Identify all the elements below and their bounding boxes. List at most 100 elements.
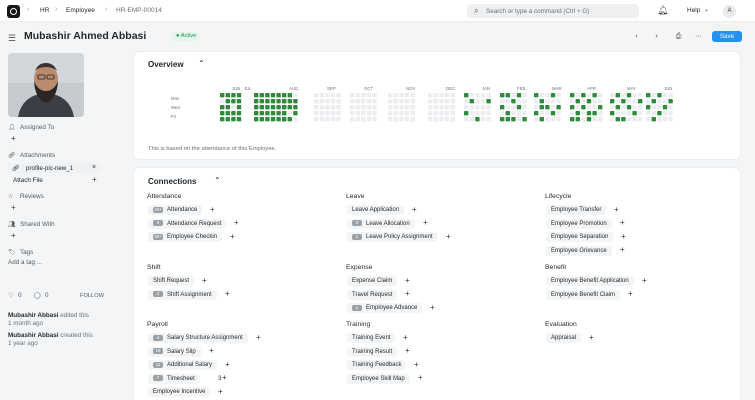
heatmap-cell[interactable]	[276, 111, 281, 116]
heatmap-cell[interactable]	[662, 111, 668, 116]
heatmap-cell[interactable]	[259, 117, 264, 122]
heatmap-cell[interactable]	[319, 111, 324, 116]
heatmap-cell[interactable]	[270, 117, 276, 122]
heatmap-cell[interactable]	[505, 117, 510, 122]
heatmap-cell[interactable]	[626, 93, 632, 98]
heatmap-cell[interactable]	[314, 105, 319, 110]
heatmap-cell[interactable]	[439, 117, 444, 122]
heatmap-cell[interactable]	[646, 105, 651, 110]
heatmap-cell[interactable]	[439, 93, 444, 98]
heatmap-cell[interactable]	[287, 111, 292, 116]
heatmap-cell[interactable]	[231, 105, 236, 110]
heatmap-cell[interactable]	[287, 93, 292, 98]
heatmap-cell[interactable]	[516, 93, 522, 98]
connection-link[interactable]: Travel Request	[347, 289, 398, 300]
heatmap-cell[interactable]	[276, 117, 281, 122]
heatmap-cell[interactable]	[287, 99, 292, 104]
heatmap-cell[interactable]	[511, 117, 516, 122]
heatmap-cell[interactable]	[220, 99, 225, 104]
heatmap-cell[interactable]	[581, 105, 586, 110]
heatmap-cell[interactable]	[439, 99, 444, 104]
heatmap-cell[interactable]	[433, 99, 438, 104]
heatmap-cell[interactable]	[428, 111, 433, 116]
heatmap-cell[interactable]	[231, 111, 236, 116]
connection-link[interactable]: Training Event	[347, 333, 396, 343]
heatmap-cell[interactable]	[610, 99, 615, 104]
heart-icon[interactable]: ♡	[8, 292, 13, 299]
heatmap-cell[interactable]	[534, 117, 539, 122]
connection-link[interactable]: Expense Claim	[347, 276, 398, 286]
search-bar[interactable]: ⌕ Search or type a command (Ctrl + G)	[467, 4, 639, 18]
help-menu[interactable]: Help	[687, 7, 700, 14]
heatmap-cell[interactable]	[399, 93, 404, 98]
heatmap-cell[interactable]	[439, 111, 444, 116]
heatmap-cell[interactable]	[236, 117, 242, 122]
add-new-icon[interactable]: +	[621, 232, 626, 241]
heatmap-cell[interactable]	[638, 117, 643, 122]
heatmap-cell[interactable]	[592, 111, 597, 116]
heatmap-cell[interactable]	[581, 117, 586, 122]
heatmap-cell[interactable]	[265, 93, 270, 98]
heatmap-cell[interactable]	[366, 93, 372, 98]
sidebar-toggle-icon[interactable]: ☰	[8, 33, 16, 44]
add-new-icon[interactable]: +	[412, 205, 417, 214]
heatmap-cell[interactable]	[615, 117, 620, 122]
heatmap-cell[interactable]	[592, 99, 597, 104]
heatmap-cell[interactable]	[651, 105, 656, 110]
heatmap-cell[interactable]	[556, 99, 561, 104]
heatmap-cell[interactable]	[325, 111, 330, 116]
print-icon[interactable]: ⎙	[672, 31, 685, 42]
add-new-icon[interactable]: +	[225, 289, 230, 298]
heatmap-cell[interactable]	[444, 105, 450, 110]
connection-link[interactable]: Employee Skill Map	[347, 373, 410, 384]
heatmap-cell[interactable]	[464, 117, 469, 122]
heatmap-cell[interactable]	[372, 111, 377, 116]
heatmap-cell[interactable]	[361, 93, 366, 98]
heatmap-cell[interactable]	[516, 105, 522, 110]
heatmap-cell[interactable]	[236, 99, 242, 104]
heatmap-cell[interactable]	[610, 105, 615, 110]
previous-record-button[interactable]: ‹	[630, 31, 643, 42]
connection-link[interactable]: Employee Promotion	[546, 218, 612, 229]
heatmap-cell[interactable]	[225, 99, 230, 104]
heatmap-cell[interactable]	[319, 99, 324, 104]
add-new-icon[interactable]: +	[230, 232, 235, 241]
add-new-icon[interactable]: +	[620, 245, 625, 254]
add-new-icon[interactable]: +	[446, 232, 451, 241]
heatmap-cell[interactable]	[265, 105, 270, 110]
heatmap-cell[interactable]	[621, 117, 626, 122]
connection-link[interactable]: 11 Additional Salary	[148, 360, 218, 371]
add-new-icon[interactable]: +	[620, 218, 625, 227]
heatmap-cell[interactable]	[231, 99, 236, 104]
heatmap-cell[interactable]	[545, 93, 550, 98]
heatmap-cell[interactable]	[388, 93, 393, 98]
heatmap-cell[interactable]	[626, 111, 632, 116]
heatmap-cell[interactable]	[539, 111, 544, 116]
connection-link[interactable]: 3 Leave Allocation	[347, 218, 415, 229]
heatmap-cell[interactable]	[336, 117, 341, 122]
heatmap-cell[interactable]	[550, 111, 556, 116]
heatmap-cell[interactable]	[657, 99, 662, 104]
heatmap-cell[interactable]	[570, 99, 575, 104]
heatmap-cell[interactable]	[480, 111, 486, 116]
heatmap-cell[interactable]	[534, 99, 539, 104]
heatmap-cell[interactable]	[516, 117, 522, 122]
connection-link[interactable]: 20+ Employee Checkin	[148, 232, 223, 243]
heatmap-cell[interactable]	[522, 93, 527, 98]
heatmap-cell[interactable]	[399, 99, 404, 104]
heatmap-cell[interactable]	[550, 99, 556, 104]
heatmap-cell[interactable]	[220, 93, 225, 98]
heatmap-cell[interactable]	[259, 111, 264, 116]
employee-photo[interactable]	[8, 53, 84, 117]
heatmap-cell[interactable]	[276, 93, 281, 98]
connection-link[interactable]: 1 Employee Advance	[347, 303, 423, 314]
heatmap-cell[interactable]	[638, 111, 643, 116]
heatmap-cell[interactable]	[570, 111, 575, 116]
add-new-icon[interactable]: +	[642, 276, 647, 285]
heatmap-cell[interactable]	[444, 99, 450, 104]
heatmap-cell[interactable]	[610, 93, 615, 98]
heatmap-cell[interactable]	[480, 117, 486, 122]
heatmap-cell[interactable]	[293, 105, 298, 110]
heatmap-cell[interactable]	[350, 99, 355, 104]
connection-link[interactable]: Training Feedback	[347, 360, 407, 371]
